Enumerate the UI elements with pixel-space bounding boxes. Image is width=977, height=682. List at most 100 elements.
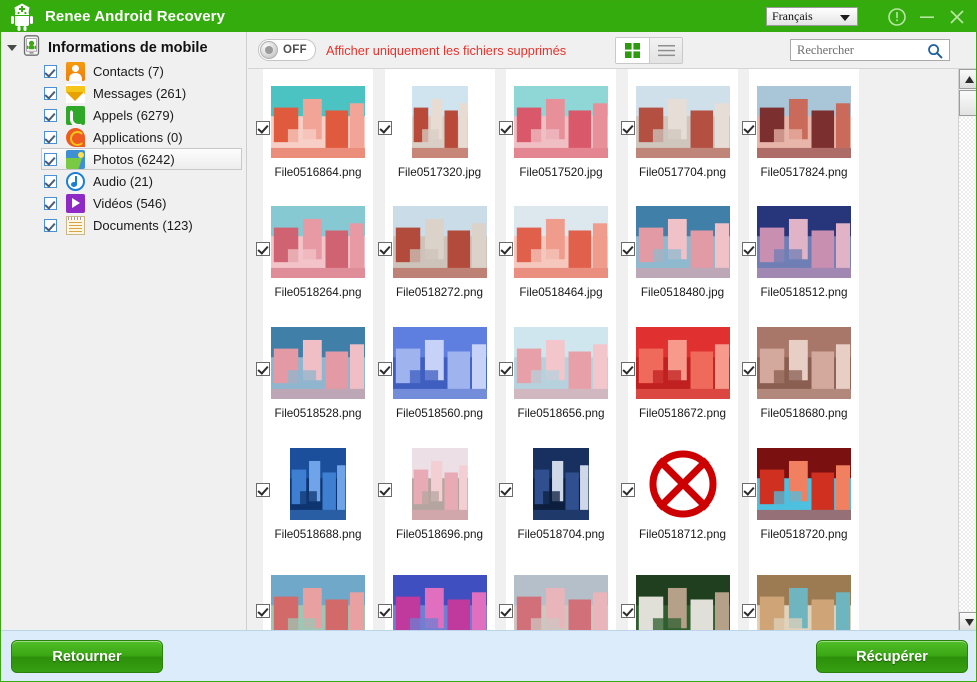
minimize-icon[interactable]	[912, 1, 942, 32]
thumbnail-card[interactable]: File0518272.png	[384, 189, 495, 311]
thumbnail-checkbox[interactable]	[499, 241, 513, 256]
thumbnail-card[interactable]: File0518264.png	[263, 189, 373, 311]
close-icon[interactable]	[942, 1, 972, 32]
thumbnail-cell[interactable]: File0516864.png	[252, 69, 374, 190]
thumbnail-checkbox[interactable]	[620, 362, 635, 377]
sidebar-item-2[interactable]: Appels (6279)	[41, 104, 242, 126]
thumbnail-checkbox[interactable]	[499, 362, 513, 377]
scrollbar-thumb[interactable]	[959, 90, 976, 116]
thumbnail-checkbox[interactable]	[620, 603, 635, 618]
thumbnail-card[interactable]	[627, 551, 738, 632]
show-deleted-only-toggle[interactable]: OFF	[258, 39, 316, 61]
search-icon[interactable]	[927, 43, 943, 64]
list-view-icon[interactable]	[649, 37, 682, 63]
thumbnail-cell[interactable]: File0518712.png	[617, 430, 739, 552]
thumbnail-card[interactable]: File0518696.png	[384, 430, 495, 552]
thumbnail-cell[interactable]: File0517824.png	[738, 69, 860, 190]
thumbnail-checkbox[interactable]	[256, 362, 270, 377]
thumbnail-cell[interactable]	[617, 551, 739, 632]
thumbnail-card[interactable]: File0518464.jpg	[506, 189, 616, 311]
thumbnail-cell[interactable]	[738, 551, 860, 632]
thumbnail-card[interactable]: File0518672.png	[627, 310, 738, 431]
thumbnail-cell[interactable]: File0518680.png	[738, 310, 860, 431]
thumbnail-cell[interactable]: File0518696.png	[374, 430, 496, 552]
thumbnail-card[interactable]: File0517520.jpg	[506, 69, 616, 190]
info-circle-icon[interactable]	[882, 1, 912, 32]
thumbnail-checkbox[interactable]	[377, 483, 392, 498]
thumbnail-checkbox[interactable]	[742, 121, 756, 136]
thumbnail-cell[interactable]: File0518264.png	[252, 189, 374, 311]
sidebar-item-0[interactable]: Contacts (7)	[41, 60, 242, 82]
thumbnail-card[interactable]: File0518480.jpg	[627, 189, 738, 311]
sidebar-item-checkbox[interactable]	[44, 64, 57, 78]
thumbnail-cell[interactable]: File0518528.png	[252, 310, 374, 431]
thumbnail-card[interactable]: File0517320.jpg	[384, 69, 495, 190]
thumbnail-checkbox[interactable]	[377, 362, 392, 377]
thumbnail-card[interactable]	[384, 551, 495, 632]
thumbnail-checkbox[interactable]	[499, 121, 513, 136]
thumbnail-checkbox[interactable]	[742, 362, 756, 377]
thumbnail-grid-container[interactable]: File0516864.png File0517320.jpg File051752…	[248, 68, 976, 632]
thumbnail-card[interactable]	[749, 551, 859, 632]
thumbnail-cell[interactable]: File0517320.jpg	[374, 69, 496, 190]
sidebar-item-7[interactable]: Documents (123)	[41, 214, 242, 236]
thumbnail-cell[interactable]: File0517520.jpg	[495, 69, 617, 190]
thumbnail-card[interactable]	[263, 551, 373, 632]
thumbnail-cell[interactable]: File0517704.png	[617, 69, 739, 190]
sidebar-item-checkbox[interactable]	[44, 108, 57, 122]
language-select[interactable]: Français	[766, 7, 858, 26]
thumbnail-card[interactable]: File0518512.png	[749, 189, 859, 311]
thumbnail-checkbox[interactable]	[377, 121, 392, 136]
thumbnail-card[interactable]: File0518712.png	[627, 430, 738, 552]
thumbnail-card[interactable]: File0518560.png	[384, 310, 495, 431]
thumbnail-checkbox[interactable]	[377, 241, 392, 256]
thumbnail-card[interactable]: File0518704.png	[506, 430, 616, 552]
thumbnail-cell[interactable]	[374, 551, 496, 632]
thumbnail-cell[interactable]: File0518688.png	[252, 430, 374, 552]
thumbnail-checkbox[interactable]	[256, 603, 270, 618]
grid-view-icon[interactable]	[616, 37, 649, 63]
thumbnail-cell[interactable]: File0518704.png	[495, 430, 617, 552]
thumbnail-card[interactable]: File0518528.png	[263, 310, 373, 431]
thumbnail-cell[interactable]: File0518512.png	[738, 189, 860, 311]
thumbnail-cell[interactable]: File0518480.jpg	[617, 189, 739, 311]
sidebar-item-6[interactable]: Vidéos (546)	[41, 192, 242, 214]
thumbnail-checkbox[interactable]	[499, 603, 513, 618]
thumbnail-checkbox[interactable]	[256, 483, 270, 498]
thumbnail-cell[interactable]: File0518560.png	[374, 310, 496, 431]
thumbnail-cell[interactable]: File0518720.png	[738, 430, 860, 552]
scrollbar-track[interactable]	[959, 117, 976, 611]
thumbnail-cell[interactable]: File0518272.png	[374, 189, 496, 311]
sidebar-item-3[interactable]: Applications (0)	[41, 126, 242, 148]
sidebar-item-checkbox[interactable]	[44, 196, 57, 210]
thumbnail-card[interactable]: File0518680.png	[749, 310, 859, 431]
vertical-scrollbar[interactable]	[958, 69, 976, 632]
thumbnail-cell[interactable]: File0518656.png	[495, 310, 617, 431]
scroll-up-button[interactable]	[959, 69, 976, 89]
sidebar-item-checkbox[interactable]	[44, 86, 57, 100]
recover-button[interactable]: Récupérer	[816, 640, 968, 673]
thumbnail-checkbox[interactable]	[742, 603, 756, 618]
thumbnail-card[interactable]	[506, 551, 616, 632]
thumbnail-card[interactable]: File0517704.png	[627, 69, 738, 190]
sidebar-item-4[interactable]: Photos (6242)	[41, 148, 242, 170]
triangle-down-icon[interactable]	[5, 41, 19, 55]
thumbnail-card[interactable]: File0518720.png	[749, 430, 859, 552]
thumbnail-checkbox[interactable]	[620, 483, 635, 498]
thumbnail-card[interactable]: File0517824.png	[749, 69, 859, 190]
sidebar-item-1[interactable]: Messages (261)	[41, 82, 242, 104]
thumbnail-card[interactable]: File0516864.png	[263, 69, 373, 190]
thumbnail-checkbox[interactable]	[620, 121, 635, 136]
thumbnail-card[interactable]: File0518656.png	[506, 310, 616, 431]
thumbnail-checkbox[interactable]	[377, 603, 392, 618]
thumbnail-cell[interactable]	[252, 551, 374, 632]
back-button[interactable]: Retourner	[11, 640, 163, 673]
sidebar-item-5[interactable]: Audio (21)	[41, 170, 242, 192]
sidebar-item-checkbox[interactable]	[44, 130, 57, 144]
thumbnail-checkbox[interactable]	[742, 241, 756, 256]
thumbnail-cell[interactable]	[495, 551, 617, 632]
thumbnail-checkbox[interactable]	[256, 121, 270, 136]
thumbnail-checkbox[interactable]	[499, 483, 513, 498]
thumbnail-checkbox[interactable]	[620, 241, 635, 256]
thumbnail-cell[interactable]: File0518464.jpg	[495, 189, 617, 311]
